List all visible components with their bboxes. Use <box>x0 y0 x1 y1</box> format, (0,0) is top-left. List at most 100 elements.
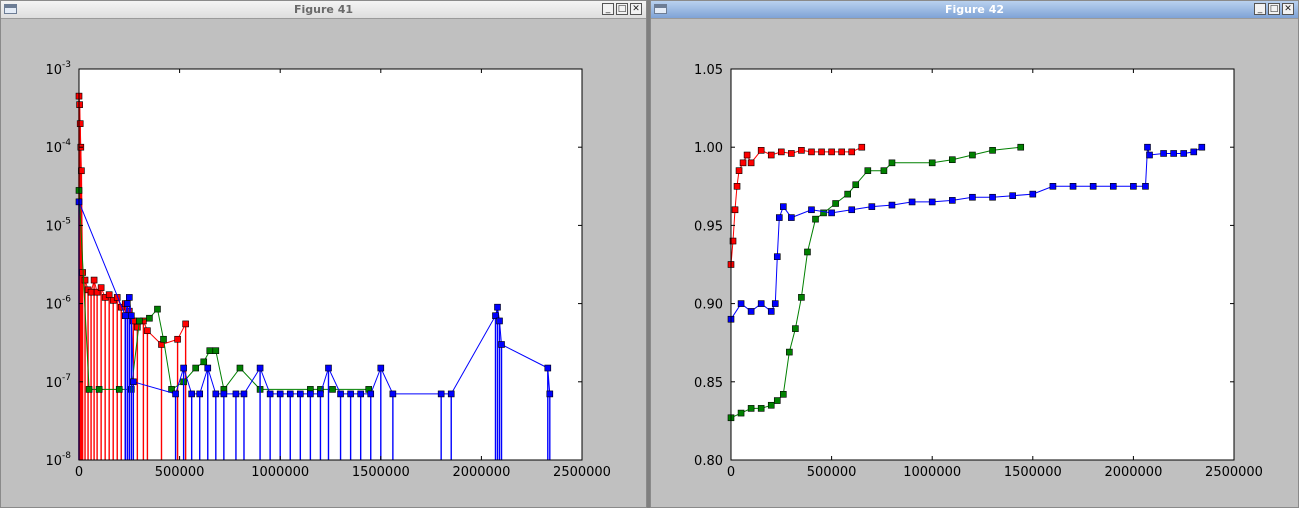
x-tick-label: 1000000 <box>903 465 961 480</box>
y-tick-label-exponent: -7 <box>62 373 71 383</box>
y-tick-label: 10-4 <box>45 138 71 156</box>
y-tick-label-exponent: -8 <box>62 451 71 461</box>
data-point <box>969 193 976 201</box>
data-point <box>81 276 89 284</box>
data-point <box>1146 151 1153 159</box>
y-tick-label-base: 10 <box>45 376 62 391</box>
data-point <box>447 390 455 398</box>
data-point <box>130 378 137 386</box>
figure-41-titlebar[interactable]: Figure 41 _ □ ✕ <box>1 1 646 19</box>
data-point <box>180 364 187 372</box>
data-point <box>317 390 324 398</box>
data-point <box>786 348 793 356</box>
data-point <box>1142 183 1149 190</box>
data-point <box>134 323 141 331</box>
data-point <box>389 390 397 398</box>
x-tick-label: 1500000 <box>352 465 410 480</box>
data-point <box>206 347 214 354</box>
data-point <box>1190 148 1198 156</box>
data-point <box>357 390 364 398</box>
data-point <box>737 300 745 307</box>
data-point <box>1089 183 1097 190</box>
data-point <box>989 147 996 154</box>
x-tick-label: 1500000 <box>1004 465 1062 480</box>
data-point <box>747 405 755 412</box>
data-point <box>172 390 179 398</box>
minimize-icon[interactable]: _ <box>602 3 614 15</box>
data-point <box>115 386 123 393</box>
data-point <box>276 390 284 398</box>
y-tick-label: 0.80 <box>694 454 723 469</box>
data-point <box>989 193 996 201</box>
data-point <box>852 181 860 189</box>
y-tick-label-base: 10 <box>45 63 62 78</box>
window-title: Figure 42 <box>944 3 1004 16</box>
y-tick-label: 1.05 <box>694 63 723 78</box>
y-tick-label-base: 10 <box>45 141 62 156</box>
window-controls: _ □ ✕ <box>602 3 642 15</box>
data-point <box>818 148 825 156</box>
window-title: Figure 41 <box>293 3 353 16</box>
data-point <box>266 390 274 398</box>
data-point <box>868 203 876 210</box>
minimize-icon[interactable]: _ <box>1254 3 1266 15</box>
data-point <box>76 120 84 127</box>
data-point <box>1180 150 1188 157</box>
data-point <box>105 291 113 298</box>
data-point <box>154 305 161 313</box>
data-point <box>804 248 811 256</box>
y-tick-label: 10-5 <box>45 216 71 234</box>
data-point <box>126 294 133 301</box>
data-point <box>1009 192 1016 199</box>
close-icon[interactable]: ✕ <box>1282 3 1294 15</box>
y-tick-label: 10-6 <box>45 295 71 313</box>
data-point <box>367 390 375 398</box>
data-point <box>888 159 896 167</box>
data-point <box>76 101 83 108</box>
data-point <box>95 386 103 393</box>
plot-area <box>79 69 582 460</box>
data-point <box>1160 150 1167 157</box>
data-point <box>87 288 95 296</box>
x-tick-label: 2000000 <box>452 465 510 480</box>
y-tick-label: 0.90 <box>694 298 723 313</box>
data-point <box>771 300 779 307</box>
data-point <box>123 300 131 307</box>
data-point <box>739 159 747 167</box>
data-point <box>844 190 851 198</box>
data-point <box>767 151 775 159</box>
y-tick-label: 10-3 <box>45 60 71 78</box>
close-icon[interactable]: ✕ <box>630 3 642 15</box>
data-point <box>1170 150 1177 157</box>
data-point <box>1130 183 1137 190</box>
y-tick-label: 1.00 <box>694 141 723 156</box>
y-tick-label-base: 10 <box>45 454 62 469</box>
figure-42-titlebar[interactable]: Figure 42 _ □ ✕ <box>651 1 1298 19</box>
window-controls: _ □ ✕ <box>1254 3 1294 15</box>
data-point <box>928 159 936 167</box>
data-point <box>546 390 554 398</box>
data-point <box>297 390 304 398</box>
data-point <box>329 386 336 393</box>
data-point <box>798 147 805 154</box>
plot-area <box>731 69 1234 460</box>
data-point <box>1198 143 1206 151</box>
maximize-icon[interactable]: □ <box>1268 3 1280 15</box>
data-point <box>808 206 815 214</box>
data-point <box>747 308 755 315</box>
data-point <box>240 390 248 398</box>
data-point <box>232 390 240 398</box>
data-point <box>182 320 189 328</box>
y-tick-label: 10-8 <box>45 451 71 469</box>
data-point <box>888 201 896 209</box>
data-point <box>196 390 204 398</box>
data-point <box>969 151 976 159</box>
data-point <box>1029 190 1037 198</box>
data-point <box>347 390 354 398</box>
y-tick-label-exponent: -3 <box>62 60 71 70</box>
data-point <box>1017 143 1025 151</box>
maximize-icon[interactable]: □ <box>616 3 628 15</box>
data-point <box>788 214 795 221</box>
x-tick-label: 2500000 <box>1205 465 1263 480</box>
data-point <box>798 294 805 301</box>
